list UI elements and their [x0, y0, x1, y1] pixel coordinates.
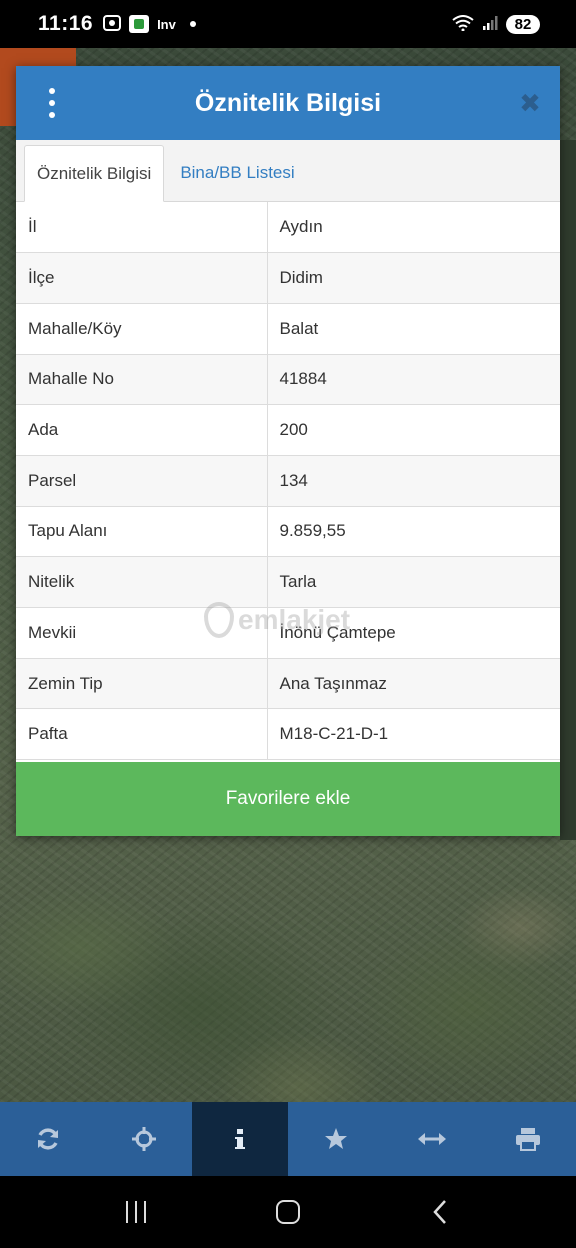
- status-time: 11:16: [38, 12, 94, 35]
- attribute-value: M18-C-21-D-1: [267, 708, 560, 761]
- table-row: Parsel 134: [16, 455, 560, 507]
- status-bar: 11:16 Inv 82: [0, 0, 576, 48]
- table-row: Tapu Alanı 9.859,55: [16, 506, 560, 558]
- attribute-value: İnönü Çamtepe: [267, 607, 560, 659]
- attribute-key: İl: [16, 202, 268, 254]
- table-row: Mahalle/Köy Balat: [16, 303, 560, 355]
- attribute-key: Mevkii: [16, 607, 268, 659]
- print-icon[interactable]: [480, 1102, 576, 1176]
- dialog-title: Öznitelik Bilgisi: [194, 88, 382, 117]
- tab-building-list[interactable]: Bina/BB Listesi: [164, 144, 306, 201]
- menu-kebab-icon[interactable]: [44, 88, 60, 118]
- attribute-info-dialog: Öznitelik Bilgisi ✖ Öznitelik Bilgisi Bi…: [16, 66, 560, 836]
- attribute-key: Mahalle No: [16, 354, 268, 406]
- attribute-value: Tarla: [267, 556, 560, 608]
- attribute-key: Pafta: [16, 708, 268, 761]
- attribute-value: Balat: [267, 303, 560, 355]
- attribute-key: İlçe: [16, 252, 268, 304]
- screenshot-icon: [103, 14, 122, 34]
- attribute-key: Ada: [16, 404, 268, 456]
- attribute-value: 134: [267, 455, 560, 507]
- attribute-key: Parsel: [16, 455, 268, 507]
- attribute-value: 9.859,55: [267, 506, 560, 558]
- table-row: Zemin Tip Ana Taşınmaz: [16, 658, 560, 710]
- attribute-value: Didim: [267, 252, 560, 304]
- refresh-icon[interactable]: [0, 1102, 96, 1176]
- tab-bar: Öznitelik Bilgisi Bina/BB Listesi: [16, 140, 560, 202]
- attribute-value: Aydın: [267, 202, 560, 254]
- tab-attribute-info[interactable]: Öznitelik Bilgisi: [24, 145, 165, 202]
- battery-indicator: 82: [506, 14, 540, 34]
- dialog-header: Öznitelik Bilgisi ✖: [16, 66, 560, 140]
- attribute-key: Mahalle/Köy: [16, 303, 268, 355]
- table-row: Ada 200: [16, 404, 560, 456]
- close-icon[interactable]: ✖: [518, 88, 542, 118]
- table-row: Nitelik Tarla: [16, 556, 560, 608]
- attribute-key: Tapu Alanı: [16, 506, 268, 558]
- more-notifications-dot-icon: [189, 21, 196, 27]
- add-to-favorites-button[interactable]: Favorilere ekle: [16, 762, 560, 836]
- home-icon[interactable]: [258, 1187, 318, 1237]
- system-navigation-bar: [0, 1176, 576, 1248]
- attribute-key: Zemin Tip: [16, 658, 268, 710]
- signal-icon: [482, 15, 498, 34]
- measure-icon[interactable]: [384, 1102, 480, 1176]
- table-row: İl Aydın: [16, 202, 560, 254]
- attribute-key: Nitelik: [16, 556, 268, 608]
- crosshair-icon[interactable]: [96, 1102, 192, 1176]
- wifi-icon: [452, 14, 474, 34]
- info-icon[interactable]: [192, 1102, 288, 1176]
- attribute-value: 200: [267, 404, 560, 456]
- table-row: İlçe Didim: [16, 252, 560, 304]
- back-icon[interactable]: [410, 1187, 470, 1237]
- attribute-value: 41884: [267, 354, 560, 406]
- table-row: Mahalle No 41884: [16, 354, 560, 406]
- attribute-value: Ana Taşınmaz: [267, 658, 560, 710]
- app-notification-icon: [129, 15, 150, 33]
- attribute-table: İl Aydın İlçe Didim Mahalle/Köy Balat Mahalle …: [16, 202, 560, 761]
- bottom-toolbar: [0, 1102, 576, 1176]
- table-row: Mevkii İnönü Çamtepe: [16, 607, 560, 659]
- notification-icons: Inv: [103, 14, 196, 34]
- carrier-label: Inv: [157, 16, 176, 32]
- star-icon[interactable]: [288, 1102, 384, 1176]
- table-row: Pafta M18-C-21-D-1: [16, 708, 560, 761]
- recent-apps-icon[interactable]: [106, 1187, 166, 1237]
- map-edge: [560, 140, 576, 840]
